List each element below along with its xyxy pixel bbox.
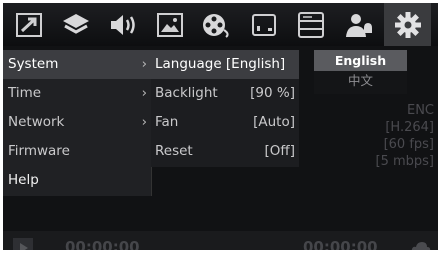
film-reel-icon[interactable]: [193, 3, 240, 46]
system-submenu: Language [English] Backlight [90 %] Fan …: [151, 50, 299, 167]
playback-bar: 00:00:00 00:00:00: [3, 231, 438, 250]
settings-menu: System › Time › Network › Firmware Help: [3, 50, 152, 196]
device-screen: ENC [H.264] [60 fps] [5 mbps] 00:00:00 0…: [3, 3, 438, 250]
enc-bitrate: [5 mbps]: [375, 154, 435, 169]
menu-item-help[interactable]: Help: [3, 166, 151, 195]
submenu-item-label: Language [English]: [155, 56, 286, 72]
submenu-item-fan[interactable]: Fan [Auto]: [151, 108, 299, 137]
encoder-info: ENC [H.264] [60 fps] [5 mbps]: [376, 102, 435, 170]
menu-item-label: Network: [8, 114, 65, 130]
menu-item-label: Firmware: [8, 143, 70, 159]
chevron-right-icon: ›: [141, 56, 147, 72]
submenu-item-language[interactable]: Language [English]: [151, 50, 299, 79]
gear-icon[interactable]: [384, 3, 431, 46]
menu-item-label: Time: [8, 85, 42, 101]
menu-item-network[interactable]: Network ›: [3, 108, 151, 137]
menu-item-time[interactable]: Time ›: [3, 79, 151, 108]
submenu-item-label: Reset: [155, 143, 193, 159]
language-options: English 中文: [314, 50, 407, 94]
image-arrow-icon[interactable]: [5, 3, 52, 46]
menu-item-system[interactable]: System ›: [3, 50, 151, 79]
timecode-right: 00:00:00: [303, 238, 378, 250]
top-toolbar: [3, 3, 438, 46]
language-option-english[interactable]: English: [314, 50, 407, 71]
submenu-item-backlight[interactable]: Backlight [90 %]: [151, 79, 299, 108]
menu-item-label: Help: [8, 172, 39, 188]
submenu-item-label: Backlight: [155, 85, 218, 101]
submenu-item-value: [Off]: [264, 143, 295, 159]
enc-codec: [H.264]: [385, 120, 434, 135]
card-icon[interactable]: [240, 3, 287, 46]
picture-icon[interactable]: [146, 3, 193, 46]
timecode-left: 00:00:00: [65, 238, 140, 250]
speaker-icon[interactable]: [99, 3, 146, 46]
language-option-chinese[interactable]: 中文: [314, 71, 407, 91]
menu-item-firmware[interactable]: Firmware: [3, 137, 151, 166]
submenu-item-value: [90 %]: [250, 85, 295, 101]
chevron-right-icon: ›: [141, 85, 147, 101]
person-bell-icon[interactable]: [334, 3, 381, 46]
submenu-item-value: [Auto]: [253, 114, 295, 130]
cloud-icon: [411, 242, 431, 250]
enc-fps: [60 fps]: [383, 137, 434, 152]
layers-icon[interactable]: [52, 3, 99, 46]
menu-item-label: System: [8, 56, 59, 72]
chevron-right-icon: ›: [141, 114, 147, 130]
enc-label: ENC: [406, 103, 434, 118]
storage-icon[interactable]: [287, 3, 334, 46]
play-icon[interactable]: [13, 238, 33, 250]
submenu-item-label: Fan: [155, 114, 179, 130]
submenu-item-reset[interactable]: Reset [Off]: [151, 137, 299, 166]
